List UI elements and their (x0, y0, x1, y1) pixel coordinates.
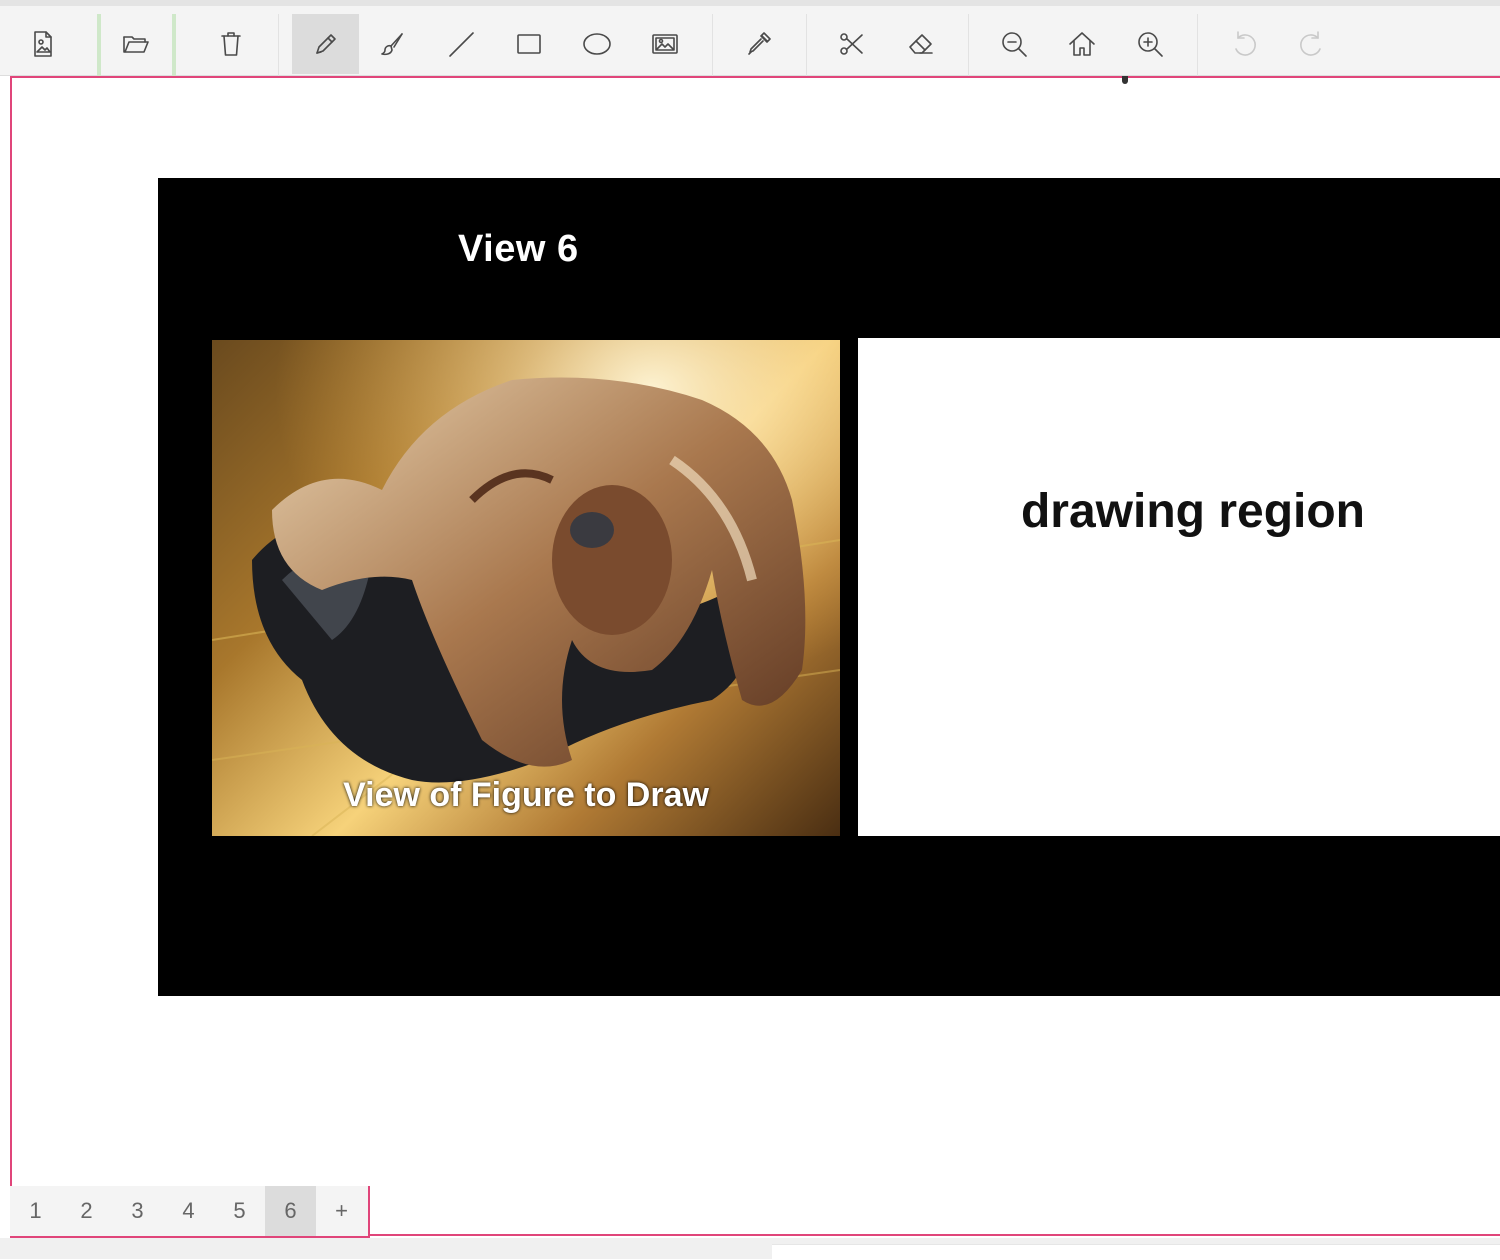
folder-open-icon (123, 36, 149, 53)
ellipse-tool-button[interactable] (566, 14, 628, 74)
eyedropper-tool-button[interactable] (728, 14, 790, 74)
eyedropper-icon (748, 32, 771, 55)
page-bar-border (368, 1234, 1500, 1236)
new-document-button[interactable] (12, 14, 74, 74)
zoom-out-button[interactable] (983, 14, 1045, 74)
slide-title: View 6 (458, 228, 579, 270)
toolbar-separator (1197, 14, 1198, 76)
page-tab-1[interactable]: 1 (10, 1186, 61, 1236)
drawing-region-label: drawing region (1020, 485, 1365, 538)
toolbar-separator (712, 14, 713, 76)
photo-caption: View of Figure to Draw (343, 776, 709, 814)
document-image-icon (34, 31, 52, 57)
undo-button[interactable] (1213, 14, 1275, 74)
toolbar-separator (278, 14, 279, 76)
page-tab-3[interactable]: 3 (112, 1186, 163, 1236)
horizontal-scrollbar[interactable] (772, 1244, 1500, 1260)
cursor-indicator (1122, 76, 1128, 84)
home-icon (1069, 32, 1095, 56)
rectangle-tool-button[interactable] (498, 14, 560, 74)
rectangle-icon (517, 34, 541, 54)
line-tool-button[interactable] (430, 14, 492, 74)
delete-button[interactable] (200, 14, 262, 74)
brush-icon (381, 33, 403, 56)
slide: View 6 View of Figure to Draw drawing re… (158, 178, 1500, 996)
toolbar-separator (806, 14, 807, 76)
open-button[interactable] (105, 14, 167, 74)
drawing-region[interactable]: drawing region (858, 338, 1500, 836)
page-tabs: 1 2 3 4 5 6 + (10, 1186, 370, 1238)
eraser-icon (909, 34, 933, 54)
ellipse-icon (583, 33, 611, 55)
zoom-out-icon (1002, 32, 1027, 57)
line-icon (449, 32, 474, 57)
pencil-tool-button[interactable] (292, 14, 359, 74)
sculpture-image (212, 340, 840, 836)
page-tab-4[interactable]: 4 (163, 1186, 214, 1236)
eraser-tool-button[interactable] (890, 14, 952, 74)
page-tab-6[interactable]: 6 (265, 1186, 316, 1236)
home-button[interactable] (1051, 14, 1113, 74)
insert-image-button[interactable] (634, 14, 696, 74)
trash-icon (221, 32, 241, 56)
figure-photo: View of Figure to Draw (212, 340, 840, 836)
toolbar-separator (968, 14, 969, 76)
zoom-in-button[interactable] (1119, 14, 1181, 74)
redo-icon (1300, 31, 1321, 56)
add-page-button[interactable]: + (316, 1186, 367, 1236)
zoom-in-icon (1138, 32, 1163, 57)
scissors-icon (840, 33, 863, 55)
page-tab-5[interactable]: 5 (214, 1186, 265, 1236)
cut-tool-button[interactable] (820, 14, 882, 74)
toolbar (0, 0, 1500, 76)
brush-tool-button[interactable] (362, 14, 424, 74)
redo-button[interactable] (1281, 14, 1343, 74)
image-icon (652, 34, 678, 54)
toolbar-separator (172, 14, 176, 76)
pencil-icon (315, 34, 336, 54)
toolbar-separator (97, 14, 101, 76)
page-tab-2[interactable]: 2 (61, 1186, 112, 1236)
undo-icon (1235, 31, 1256, 56)
